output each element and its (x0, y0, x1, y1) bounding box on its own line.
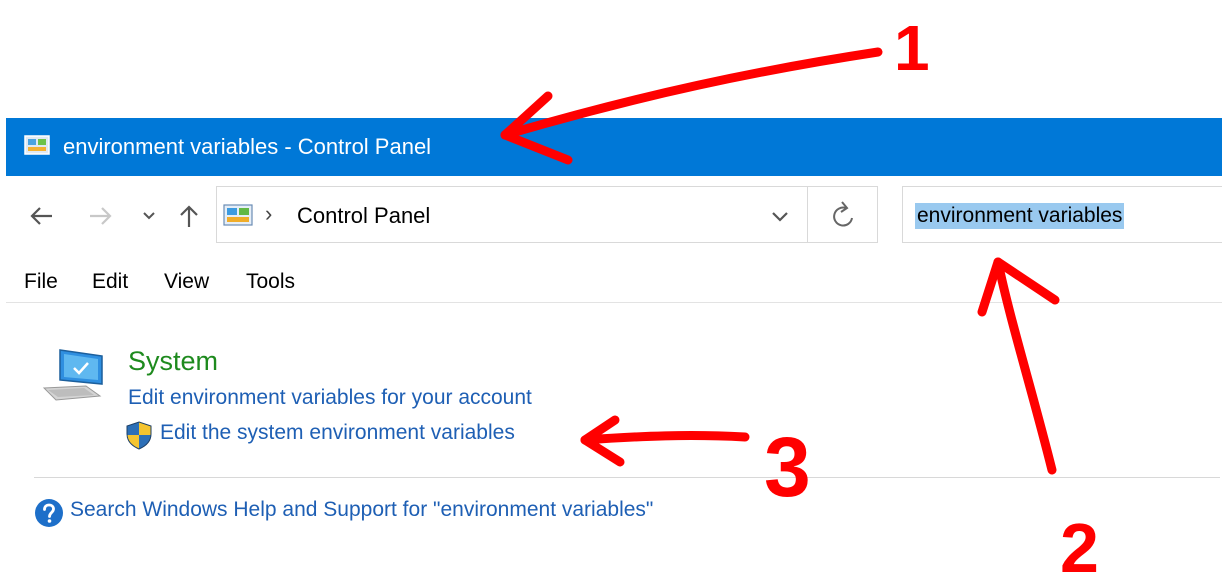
refresh-icon (833, 201, 853, 227)
title-bar[interactable]: environment variables - Control Panel (6, 118, 1222, 176)
control-panel-icon (24, 135, 50, 155)
control-panel-icon (223, 204, 253, 226)
address-dropdown-button[interactable] (765, 203, 795, 229)
recent-locations-button[interactable] (136, 198, 162, 234)
results-divider (34, 477, 1220, 478)
menu-tools[interactable]: Tools (246, 270, 295, 294)
up-button[interactable] (174, 198, 204, 234)
link-edit-account-env-vars[interactable]: Edit environment variables for your acco… (128, 386, 532, 410)
breadcrumb-separator[interactable]: › (265, 201, 272, 227)
forward-arrow-icon (90, 207, 112, 225)
menu-file[interactable]: File (24, 270, 58, 294)
address-bar[interactable]: › Control Panel (216, 186, 808, 243)
menu-edit[interactable]: Edit (92, 270, 128, 294)
help-question-icon (35, 499, 63, 527)
link-search-help[interactable]: Search Windows Help and Support for "env… (70, 498, 653, 522)
annotation-label-3: 3 (764, 420, 811, 514)
recent-locations-chevron-icon (143, 212, 155, 220)
computer-monitor-icon[interactable] (40, 346, 110, 406)
chevron-down-icon (772, 212, 788, 222)
menu-divider (6, 302, 1222, 303)
back-arrow-icon (30, 207, 52, 225)
link-edit-system-env-vars[interactable]: Edit the system environment variables (160, 421, 515, 445)
up-arrow-icon (180, 205, 198, 227)
annotation-label-1: 1 (894, 12, 930, 84)
search-box[interactable]: environment variables (902, 186, 1222, 243)
back-button[interactable] (26, 198, 56, 234)
annotation-arrow-2 (993, 257, 1057, 475)
menu-view[interactable]: View (164, 270, 209, 294)
search-input[interactable]: environment variables (915, 203, 1125, 229)
breadcrumb-control-panel[interactable]: Control Panel (297, 203, 430, 229)
forward-button[interactable] (86, 198, 116, 234)
group-title-system[interactable]: System (128, 346, 218, 377)
uac-shield-icon (126, 421, 152, 450)
annotation-arrow-3 (580, 431, 750, 445)
window-title: environment variables - Control Panel (63, 134, 432, 159)
annotation-label-2: 2 (1060, 509, 1099, 575)
refresh-button[interactable] (808, 186, 878, 243)
